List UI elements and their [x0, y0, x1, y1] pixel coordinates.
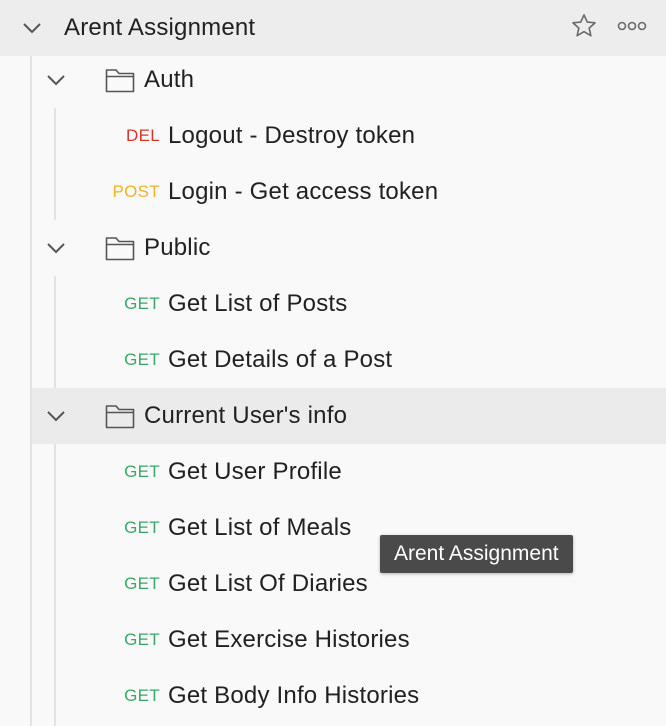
request-row[interactable]: GET Get List of Posts: [0, 276, 666, 332]
tooltip: Arent Assignment: [380, 535, 573, 573]
collection-name: Arent Assignment: [64, 14, 256, 41]
method-badge: GET: [124, 350, 160, 369]
folder-row-auth[interactable]: Auth: [32, 52, 666, 108]
more-horizontal-icon[interactable]: [614, 12, 650, 40]
request-row[interactable]: GET Get User Profile: [0, 444, 666, 500]
folder-icon: [105, 403, 135, 429]
request-name: Get Exercise Histories: [168, 626, 410, 653]
request-name: Login - Get access token: [168, 178, 439, 205]
folder-name: Public: [144, 234, 211, 261]
chevron-down-icon[interactable]: [44, 236, 68, 260]
method-badge: GET: [124, 462, 160, 481]
method-badge: GET: [124, 574, 160, 593]
chevron-down-icon[interactable]: [20, 16, 44, 40]
folder-row-public[interactable]: Public: [32, 220, 666, 276]
request-row[interactable]: GET Get Details of a Post: [0, 332, 666, 388]
request-name: Get List Of Diaries: [168, 570, 368, 597]
request-row[interactable]: GET Get Exercise Histories: [0, 612, 666, 668]
folder-icon: [105, 235, 135, 261]
folder-name: Auth: [144, 66, 195, 93]
collection-row[interactable]: Arent Assignment: [0, 0, 666, 56]
request-name: Get Details of a Post: [168, 346, 393, 373]
folder-row-current-user-info[interactable]: Current User's info: [32, 388, 666, 444]
method-badge: GET: [124, 294, 160, 313]
request-row[interactable]: POST Login - Get access token: [0, 164, 666, 220]
star-icon[interactable]: [568, 10, 600, 42]
method-badge: DEL: [126, 126, 160, 145]
request-name: Get List of Posts: [168, 290, 348, 317]
chevron-down-icon[interactable]: [44, 404, 68, 428]
method-badge: POST: [112, 182, 160, 201]
request-row[interactable]: GET Get Body Info Histories: [0, 668, 666, 724]
method-badge: GET: [124, 630, 160, 649]
request-name: Logout - Destroy token: [168, 122, 416, 149]
request-name: Get User Profile: [168, 458, 342, 485]
method-badge: GET: [124, 518, 160, 537]
method-badge: GET: [124, 686, 160, 705]
request-name: Get Body Info Histories: [168, 682, 420, 709]
request-row[interactable]: DEL Logout - Destroy token: [0, 108, 666, 164]
request-name: Get List of Meals: [168, 514, 352, 541]
folder-name: Current User's info: [144, 402, 348, 429]
chevron-down-icon[interactable]: [44, 68, 68, 92]
folder-icon: [105, 67, 135, 93]
